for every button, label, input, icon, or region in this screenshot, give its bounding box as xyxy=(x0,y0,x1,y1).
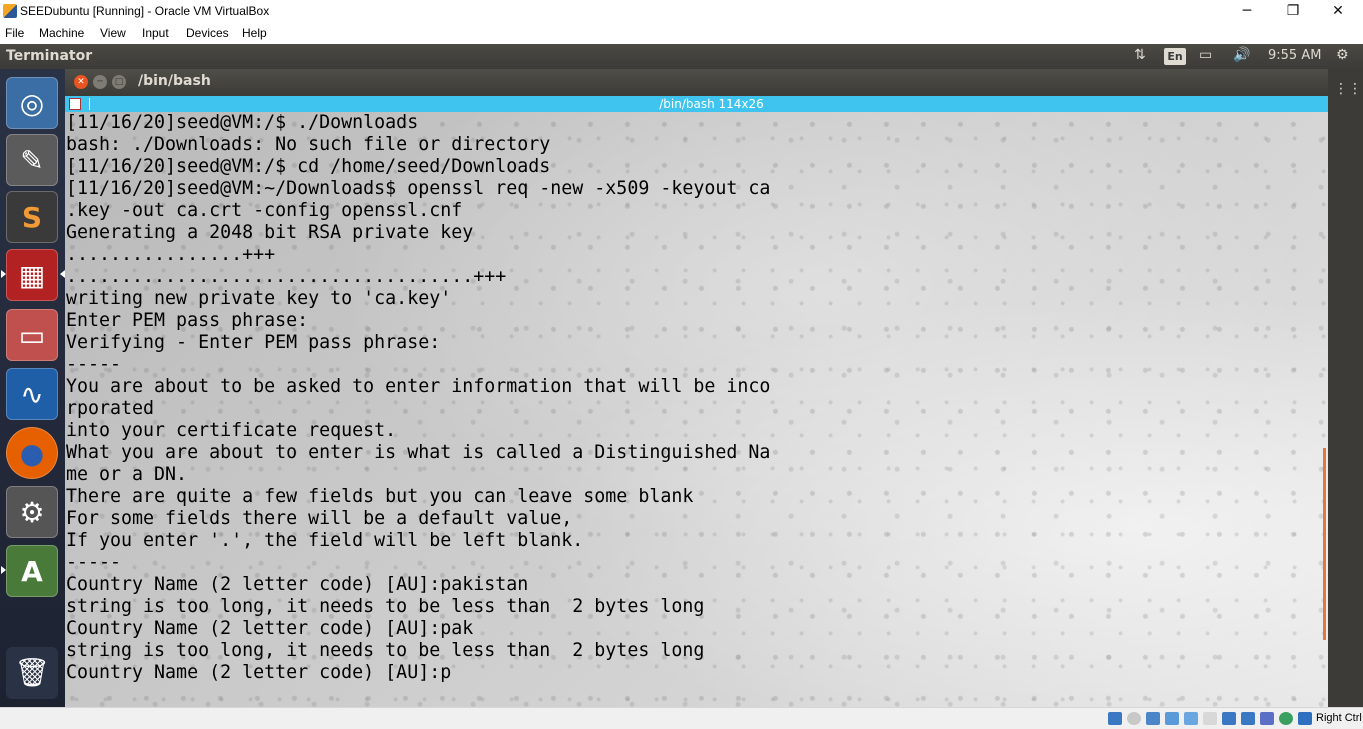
terminal-line: There are quite a few fields but you can… xyxy=(66,486,694,507)
terminal-line: .....................................+++ xyxy=(66,266,507,287)
terminal-line: string is too long, it needs to be less … xyxy=(66,640,705,661)
terminal-line: Country Name (2 letter code) [AU]:pak xyxy=(66,618,474,639)
trash-icon: 🗑 xyxy=(14,656,50,689)
terminal-line: into your certificate request. xyxy=(66,420,397,441)
close-button[interactable]: ✕ xyxy=(1315,0,1361,23)
window-minimize-icon[interactable]: ─ xyxy=(93,75,107,89)
terminal-line: Enter PEM pass phrase: xyxy=(66,310,309,331)
terminal-line: Verifying - Enter PEM pass phrase: xyxy=(66,332,441,353)
launcher-firefox[interactable]: ● xyxy=(6,427,58,479)
host-titlebar: SEEDubuntu [Running] - Oracle VM Virtual… xyxy=(0,0,1363,23)
terminal-line: Generating a 2048 bit RSA private key xyxy=(66,222,474,243)
terminal-line: ----- xyxy=(66,354,122,375)
running-indicator-icon xyxy=(1,566,6,574)
sublime-text-icon: S xyxy=(21,201,43,234)
terminator-titlebar: ✕ ─ □ /bin/bash xyxy=(65,69,1328,96)
running-indicator-icon xyxy=(1,270,6,278)
wireshark-icon: ∿ xyxy=(20,378,44,411)
terminal-line: writing new private key to 'ca.key' xyxy=(66,288,452,309)
terminal-line: ----- xyxy=(66,552,122,573)
menu-input[interactable]: Input xyxy=(142,26,169,40)
launcher-system-settings[interactable]: ⚙ xyxy=(6,486,58,538)
mouse-integration-icon[interactable] xyxy=(1298,712,1312,725)
window-maximize-icon[interactable]: □ xyxy=(112,75,126,89)
launcher-ubuntu-dash[interactable]: ◎ xyxy=(6,77,58,129)
terminator-window: ✕ ─ □ /bin/bash /bin/bash 114x26 [11/16/… xyxy=(65,69,1328,707)
terminal-body[interactable]: [11/16/20]seed@VM:/$ ./Downloads bash: ./… xyxy=(65,112,1328,707)
battery-icon[interactable]: ▭ xyxy=(1199,47,1212,63)
virtualization-icon[interactable] xyxy=(1260,712,1274,725)
terminal-window-title: /bin/bash xyxy=(138,73,211,89)
file-manager-icon: ▭ xyxy=(18,319,46,352)
software-updater-icon: A xyxy=(21,555,43,588)
launcher-trash[interactable]: 🗑 xyxy=(6,647,58,699)
terminal-tab-header[interactable]: /bin/bash 114x26 xyxy=(65,96,1328,112)
network-transfer-icon[interactable]: ⇅ xyxy=(1134,47,1146,63)
terminal-scrollbar[interactable] xyxy=(1323,448,1326,640)
terminal-line: Country Name (2 letter code) [AU]:p xyxy=(66,662,452,683)
window-close-icon[interactable]: ✕ xyxy=(74,75,88,89)
terminal-line: .key -out ca.crt -config openssl.cnf xyxy=(66,200,463,221)
launcher-text-editor[interactable]: ✎ xyxy=(6,134,58,186)
ubuntu-top-panel: Terminator ⇅ En ▭ 🔊 9:55 AM ⚙ xyxy=(0,44,1363,69)
launcher-software-updater[interactable]: A xyxy=(6,545,58,597)
settings-gear-icon[interactable]: ⚙ xyxy=(1336,47,1349,63)
terminal-line: ................+++ xyxy=(66,244,276,265)
terminal-line: For some fields there will be a default … xyxy=(66,508,573,529)
audio-icon[interactable] xyxy=(1146,712,1160,725)
virtualbox-icon xyxy=(3,4,17,18)
terminal-line: Country Name (2 letter code) [AU]:pakist… xyxy=(66,574,529,595)
launcher-wireshark[interactable]: ∿ xyxy=(6,368,58,420)
menu-help[interactable]: Help xyxy=(242,26,267,40)
host-window-title: SEEDubuntu [Running] - Oracle VM Virtual… xyxy=(20,4,270,18)
hard-disk-icon[interactable] xyxy=(1108,712,1122,725)
terminal-tab-title: /bin/bash 114x26 xyxy=(659,97,764,111)
keyboard-layout-indicator[interactable]: En xyxy=(1164,48,1186,65)
terminator-icon: ▦ xyxy=(18,259,46,292)
terminal-line: [11/16/20]seed@VM:/$ ./Downloads xyxy=(66,112,419,133)
terminal-line: string is too long, it needs to be less … xyxy=(66,596,705,617)
terminal-line: [11/16/20]seed@VM:~/Downloads$ openssl r… xyxy=(66,178,771,199)
menu-devices[interactable]: Devices xyxy=(186,26,229,40)
shared-folders-icon[interactable] xyxy=(1203,712,1217,725)
terminal-line: You are about to be asked to enter infor… xyxy=(66,376,771,397)
volume-icon[interactable]: 🔊 xyxy=(1233,47,1250,63)
terminal-line: rporated xyxy=(66,398,155,419)
panel-clock[interactable]: 9:55 AM xyxy=(1268,48,1321,63)
terminal-line: me or a DN. xyxy=(66,464,188,485)
menu-machine[interactable]: Machine xyxy=(39,26,84,40)
ubuntu-dash-icon: ◎ xyxy=(19,87,45,120)
system-settings-icon: ⚙ xyxy=(19,496,45,529)
recording-icon[interactable] xyxy=(1241,712,1255,725)
terminal-line: [11/16/20]seed@VM:/$ cd /home/seed/Downl… xyxy=(66,156,551,177)
menu-view[interactable]: View xyxy=(100,26,126,40)
minimize-button[interactable]: ─ xyxy=(1224,0,1270,23)
terminal-line: If you enter '.', the field will be left… xyxy=(66,530,584,551)
terminal-line: What you are about to enter is what is c… xyxy=(66,442,771,463)
guest-additions-icon[interactable] xyxy=(1279,712,1293,725)
network-icon[interactable] xyxy=(1165,712,1179,725)
terminal-line: bash: ./Downloads: No such file or direc… xyxy=(66,134,551,155)
launcher-terminator[interactable]: ▦ xyxy=(6,249,58,301)
menu-file[interactable]: File xyxy=(5,26,24,40)
launcher-file-manager[interactable]: ▭ xyxy=(6,309,58,361)
vm-right-panel: ⋮⋮ xyxy=(1328,69,1363,707)
host-key-label: Right Ctrl xyxy=(1316,712,1362,724)
app-grid-icon[interactable]: ⋮⋮ xyxy=(1334,81,1362,97)
host-statusbar: Right Ctrl xyxy=(0,707,1363,729)
active-app-name: Terminator xyxy=(6,48,93,64)
terminal-output[interactable]: [11/16/20]seed@VM:/$ ./Downloads bash: ./… xyxy=(66,112,770,684)
text-editor-icon: ✎ xyxy=(20,144,44,177)
display-icon[interactable] xyxy=(1222,712,1236,725)
unity-launcher: ◎ ✎ S ▦ ▭ ∿ ● ⚙ A 🗑 xyxy=(0,69,65,707)
usb-icon[interactable] xyxy=(1184,712,1198,725)
host-menubar: File Machine View Input Devices Help xyxy=(0,23,1363,44)
optical-drive-icon[interactable] xyxy=(1127,712,1141,725)
maximize-button[interactable]: ❐ xyxy=(1270,0,1316,23)
firefox-icon: ● xyxy=(19,437,45,470)
launcher-sublime-text[interactable]: S xyxy=(6,191,58,243)
